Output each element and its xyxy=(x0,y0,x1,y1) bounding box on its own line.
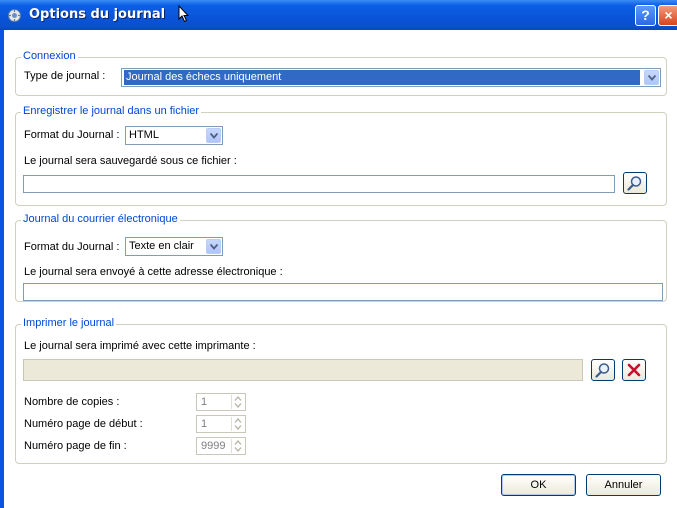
window-title: Options du journal xyxy=(29,7,166,22)
options-dialog: Options du journal ? × Connexion Type de… xyxy=(0,0,677,508)
copies-spinner[interactable]: 1 xyxy=(196,393,246,411)
connexion-group: Connexion Type de journal : Journal des … xyxy=(15,50,667,96)
file-format-select[interactable]: HTML xyxy=(125,126,223,145)
start-page-label: Numéro page de début : xyxy=(24,418,143,430)
copies-label: Nombre de copies : xyxy=(24,396,120,408)
clear-printer-button[interactable] xyxy=(622,359,646,381)
file-path-label: Le journal sera sauvegardé sous ce fichi… xyxy=(24,155,237,167)
email-legend: Journal du courrier électronique xyxy=(21,213,180,225)
file-path-input[interactable] xyxy=(23,175,615,193)
close-button[interactable]: × xyxy=(658,5,677,26)
file-format-label: Format du Journal : xyxy=(24,129,120,141)
email-format-value: Texte en clair xyxy=(129,240,194,252)
log-type-select[interactable]: Journal des échecs uniquement xyxy=(121,68,661,87)
log-type-value: Journal des échecs uniquement xyxy=(124,70,640,85)
help-button[interactable]: ? xyxy=(635,5,656,26)
title-bar[interactable]: Options du journal ? × xyxy=(0,0,677,30)
end-page-label: Numéro page de fin : xyxy=(24,440,127,452)
email-address-input[interactable] xyxy=(23,283,663,301)
file-format-value: HTML xyxy=(129,129,159,141)
print-legend: Imprimer le journal xyxy=(21,317,117,329)
printer-input[interactable] xyxy=(23,359,583,381)
chevron-down-icon[interactable] xyxy=(206,128,221,143)
spinner-arrows-icon[interactable] xyxy=(231,417,244,431)
start-page-value: 1 xyxy=(201,418,208,430)
email-format-label: Format du Journal : xyxy=(24,241,120,253)
copies-value: 1 xyxy=(201,396,208,408)
email-format-select[interactable]: Texte en clair xyxy=(125,237,223,256)
email-address-label: Le journal sera envoyé à cette adresse é… xyxy=(24,266,283,278)
ok-button[interactable]: OK xyxy=(501,474,576,496)
file-legend: Enregistrer le journal dans un fichier xyxy=(21,105,202,117)
chevron-down-icon[interactable] xyxy=(644,70,659,85)
email-group: Journal du courrier électronique Format … xyxy=(15,213,667,302)
red-x-icon xyxy=(627,363,641,377)
spinner-arrows-icon[interactable] xyxy=(231,439,244,453)
spinner-arrows-icon[interactable] xyxy=(231,395,244,409)
cancel-button[interactable]: Annuler xyxy=(586,474,661,496)
magnifier-icon xyxy=(595,363,610,378)
magnifier-icon xyxy=(627,176,642,191)
browse-printer-button[interactable] xyxy=(591,359,615,381)
journal-app-icon xyxy=(8,9,21,22)
start-page-spinner[interactable]: 1 xyxy=(196,415,246,433)
dialog-body: Connexion Type de journal : Journal des … xyxy=(4,30,677,508)
log-type-label: Type de journal : xyxy=(24,70,106,82)
mouse-cursor-icon xyxy=(178,5,190,23)
print-group: Imprimer le journal Le journal sera impr… xyxy=(15,317,667,464)
printer-label: Le journal sera imprimé avec cette impri… xyxy=(24,340,256,352)
browse-file-button[interactable] xyxy=(623,172,647,194)
file-group: Enregistrer le journal dans un fichier F… xyxy=(15,105,667,206)
end-page-spinner[interactable]: 9999 xyxy=(196,437,246,455)
connexion-legend: Connexion xyxy=(21,50,78,62)
end-page-value: 9999 xyxy=(201,440,226,452)
chevron-down-icon[interactable] xyxy=(206,239,221,254)
